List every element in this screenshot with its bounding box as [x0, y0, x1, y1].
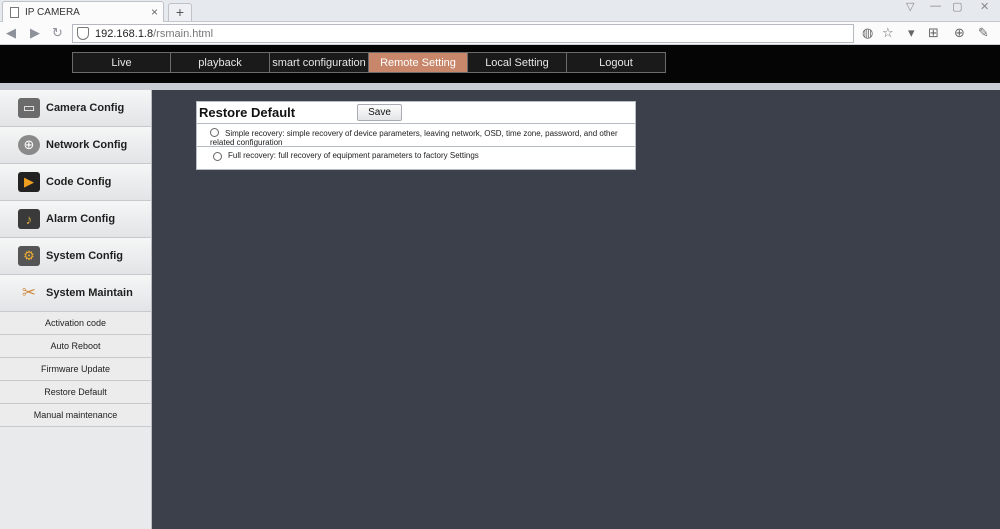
star-icon[interactable]: ☆ [882, 25, 894, 41]
sidebar-item-system-maintain[interactable]: ✂ System Maintain [0, 275, 151, 312]
menu-smart-configuration[interactable]: smart configuration [270, 52, 369, 73]
panel-header: Restore Default Save [197, 102, 635, 124]
reload-icon[interactable]: ↻ [52, 25, 63, 41]
apps-icon[interactable]: ⊞ [928, 25, 939, 41]
sidebar-item-label: System Config [46, 250, 124, 262]
full-recovery-radio[interactable] [213, 152, 222, 161]
sidebar-subitem-auto-reboot[interactable]: Auto Reboot [0, 335, 151, 358]
full-recovery-label: Full recovery: full recovery of equipmen… [228, 151, 479, 160]
tab-title: IP CAMERA [25, 6, 80, 18]
forward-icon[interactable]: ▶ [30, 25, 40, 41]
dropdown-icon[interactable]: ▾ [908, 25, 915, 41]
sidebar-item-system-config[interactable]: ⚙ System Config [0, 238, 151, 275]
menu-logout[interactable]: Logout [567, 52, 666, 73]
restore-default-panel: Restore Default Save Simple recovery: si… [196, 101, 636, 170]
url-path: /rsmain.html [153, 27, 214, 40]
zoom-icon[interactable]: ⊕ [954, 25, 965, 41]
browser-tab[interactable]: IP CAMERA × [2, 1, 164, 22]
menu-remote-setting[interactable]: Remote Setting [369, 52, 468, 73]
menu-local-setting[interactable]: Local Setting [468, 52, 567, 73]
user-icon[interactable]: ▽ [906, 0, 914, 13]
menu-live[interactable]: Live [72, 52, 171, 73]
sidebar-subitem-restore-default[interactable]: Restore Default [0, 381, 151, 404]
close-tab-icon[interactable]: × [151, 5, 158, 19]
sidebar-item-label: Alarm Config [46, 213, 116, 225]
sidebar-item-label: Code Config [46, 176, 112, 188]
sidebar-item-alarm-config[interactable]: ♪ Alarm Config [0, 201, 151, 238]
sidebar-item-label: Camera Config [46, 102, 125, 114]
shield-icon [77, 27, 89, 40]
url-host: 192.168.1.8 [95, 27, 154, 40]
compat-icon[interactable]: ◍ [862, 25, 873, 41]
main-menu: Live playback smart configuration Remote… [72, 52, 666, 73]
gear-icon: ⚙ [18, 246, 40, 266]
simple-recovery-radio[interactable] [210, 128, 219, 137]
back-icon[interactable]: ◀ [6, 25, 16, 41]
sidebar-subitem-firmware-update[interactable]: Firmware Update [0, 358, 151, 381]
panel-title: Restore Default [199, 105, 296, 120]
save-button[interactable]: Save [357, 104, 402, 121]
simple-recovery-option[interactable]: Simple recovery: simple recovery of devi… [197, 124, 635, 147]
tools-icon: ✂ [21, 283, 37, 302]
sidebar-subitem-manual-maintenance[interactable]: Manual maintenance [0, 404, 151, 427]
menu-playback[interactable]: playback [171, 52, 270, 73]
sidebar-item-label: System Maintain [46, 287, 133, 299]
new-tab-button[interactable]: + [168, 3, 192, 21]
minimize-icon[interactable]: — [930, 0, 941, 12]
full-recovery-option[interactable]: Full recovery: full recovery of equipmen… [197, 147, 635, 169]
sidebar-item-network-config[interactable]: ⊕ Network Config [0, 127, 151, 164]
browser-tab-bar: IP CAMERA × + ▽ — ▢ ✕ [0, 0, 1000, 22]
sidebar: ▭ Camera Config ⊕ Network Config ▶ Code … [0, 90, 152, 529]
alarm-icon: ♪ [18, 209, 40, 229]
globe-icon: ⊕ [18, 135, 40, 155]
monitor-icon: ▭ [18, 98, 40, 118]
wrench-icon[interactable]: ✎ [978, 25, 989, 41]
address-bar[interactable]: 192.168.1.8/rsmain.html [72, 24, 854, 43]
video-icon: ▶ [18, 172, 40, 192]
maximize-icon[interactable]: ▢ [952, 0, 962, 13]
close-window-icon[interactable]: ✕ [980, 0, 989, 13]
simple-recovery-label: Simple recovery: simple recovery of devi… [210, 129, 618, 147]
sidebar-item-camera-config[interactable]: ▭ Camera Config [0, 90, 151, 127]
main-content: Restore Default Save Simple recovery: si… [153, 90, 1000, 529]
page-icon [10, 6, 19, 18]
sidebar-item-label: Network Config [46, 139, 128, 151]
browser-nav-bar: ◀ ▶ ↻ 192.168.1.8/rsmain.html ◍ ☆ ▾ ⊞ ⊕ … [0, 22, 1000, 45]
sidebar-item-code-config[interactable]: ▶ Code Config [0, 164, 151, 201]
app-header: Live playback smart configuration Remote… [0, 45, 1000, 90]
sidebar-subitem-activation-code[interactable]: Activation code [0, 312, 151, 335]
